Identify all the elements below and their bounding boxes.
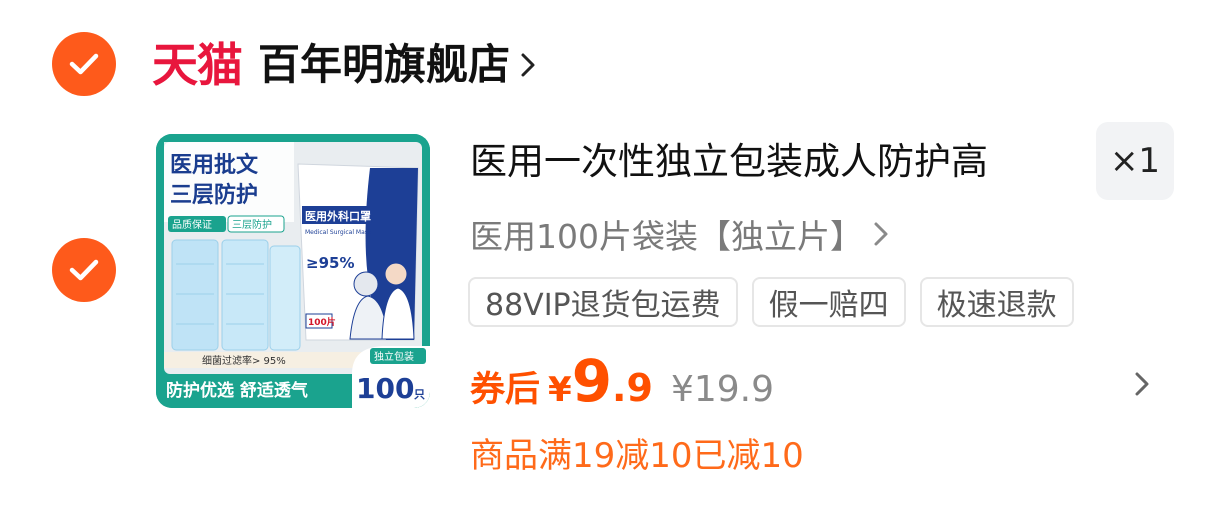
image-headline-2: 三层防护 [170, 183, 258, 208]
product-title[interactable]: 医用一次性独立包装成人防护高 [470, 136, 1080, 188]
store-name[interactable]: 百年明旗舰店 [258, 44, 510, 86]
item-select-checkbox[interactable] [52, 238, 116, 302]
image-count-unit: 只 [414, 388, 425, 401]
image-pack-title: 医用外科口罩 [305, 209, 371, 223]
check-icon [69, 53, 99, 75]
image-headline-1: 医用批文 [170, 152, 259, 178]
image-independent-pack: 独立包装 [374, 350, 414, 363]
product-thumbnail[interactable]: 医用批文 三层防护 品质保证 三层防护 医用外科口罩 Medical Surgi… [156, 134, 430, 408]
store-header[interactable]: 天猫 百年明旗舰店 [152, 30, 536, 100]
image-badge-2: 三层防护 [232, 218, 272, 231]
chevron-right-icon [520, 51, 536, 79]
service-tag: 假一赔四 [751, 277, 906, 327]
image-pack-count: 100片 [308, 316, 336, 328]
store-select-checkbox[interactable] [52, 32, 116, 96]
service-tag: 极速退款 [919, 277, 1074, 327]
image-filter-text: 细菌过滤率> 95% [202, 354, 286, 367]
price-decimal: .9 [612, 366, 653, 410]
quantity-badge[interactable]: ×1 [1096, 122, 1174, 200]
image-pack-percent: ≥95% [306, 254, 354, 272]
chevron-right-icon[interactable] [1134, 370, 1150, 402]
price-label: 券后 [470, 370, 541, 410]
sku-label: 医用100片袋装【独立片】 [470, 217, 863, 256]
image-badge-1: 品质保证 [172, 218, 212, 231]
promo-text: 商品满19减10已减10 [470, 436, 804, 476]
sku-selector[interactable]: 医用100片袋装【独立片】 [470, 208, 889, 260]
service-tags: 88VIP退货包运费 假一赔四 极速退款 [468, 277, 1074, 327]
check-icon [69, 259, 99, 281]
image-count-big: 100 [356, 372, 414, 405]
price-integer: 9 [571, 347, 613, 415]
image-slogan: 防护优选 舒适透气 [166, 380, 308, 401]
service-tag: 88VIP退货包运费 [468, 277, 738, 327]
image-pack-subtitle: Medical Surgical Mask [305, 229, 372, 236]
original-price: ¥19.9 [670, 369, 774, 410]
chevron-right-icon [873, 221, 889, 247]
cart-store-card: 天猫 百年明旗舰店 医用批文 三层防护 品质保证 三层防护 医用外科口罩 Med… [0, 0, 1220, 516]
currency-symbol: ¥ [548, 370, 572, 410]
price-row[interactable]: 券后 ¥ 9 .9 ¥19.9 [470, 352, 774, 424]
tmall-logo: 天猫 [152, 38, 243, 92]
